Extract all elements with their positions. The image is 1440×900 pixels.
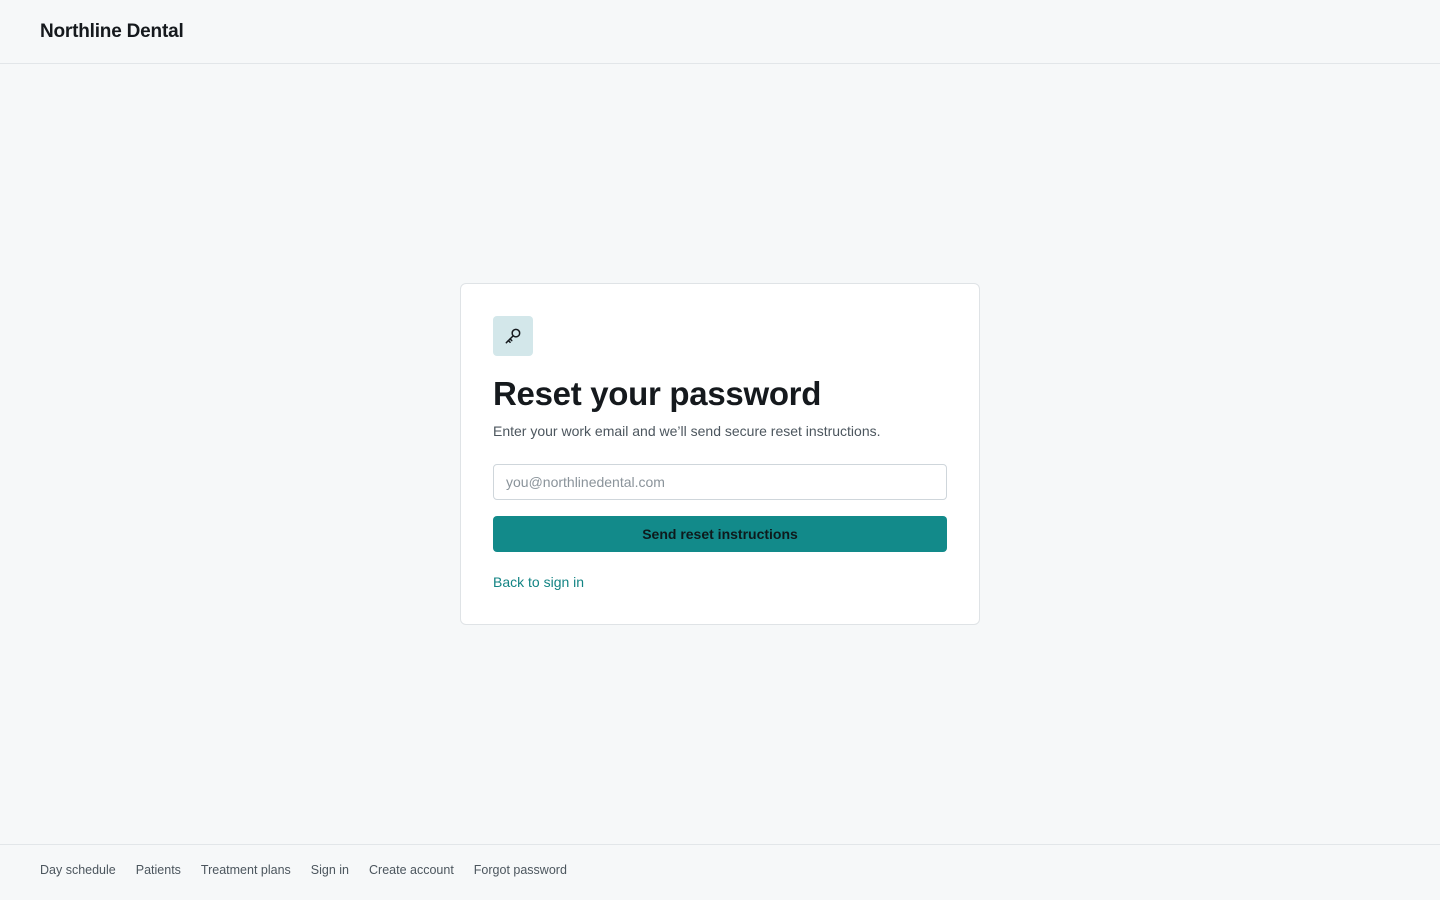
footer: Day schedule Patients Treatment plans Si… xyxy=(0,844,1440,900)
page-title: Reset your password xyxy=(493,375,822,412)
footer-link-treatment-plans[interactable]: Treatment plans xyxy=(201,861,291,879)
footer-nav: Day schedule Patients Treatment plans Si… xyxy=(40,861,567,879)
footer-link-forgot-password[interactable]: Forgot password xyxy=(474,861,567,879)
brand-logo-text[interactable]: Northline Dental xyxy=(40,20,184,44)
email-field[interactable] xyxy=(493,464,947,500)
page-subtitle: Enter your work email and we’ll send sec… xyxy=(493,423,881,439)
footer-link-day-schedule[interactable]: Day schedule xyxy=(40,861,116,879)
reset-password-card: Reset your password Enter your work emai… xyxy=(460,283,980,625)
footer-link-patients[interactable]: Patients xyxy=(136,861,181,879)
footer-link-sign-in[interactable]: Sign in xyxy=(311,861,349,879)
send-reset-instructions-button[interactable]: Send reset instructions xyxy=(493,516,947,552)
top-header: Northline Dental xyxy=(0,0,1440,64)
key-icon xyxy=(493,316,533,356)
footer-link-create-account[interactable]: Create account xyxy=(369,861,454,879)
back-to-sign-in-link[interactable]: Back to sign in xyxy=(493,572,584,592)
